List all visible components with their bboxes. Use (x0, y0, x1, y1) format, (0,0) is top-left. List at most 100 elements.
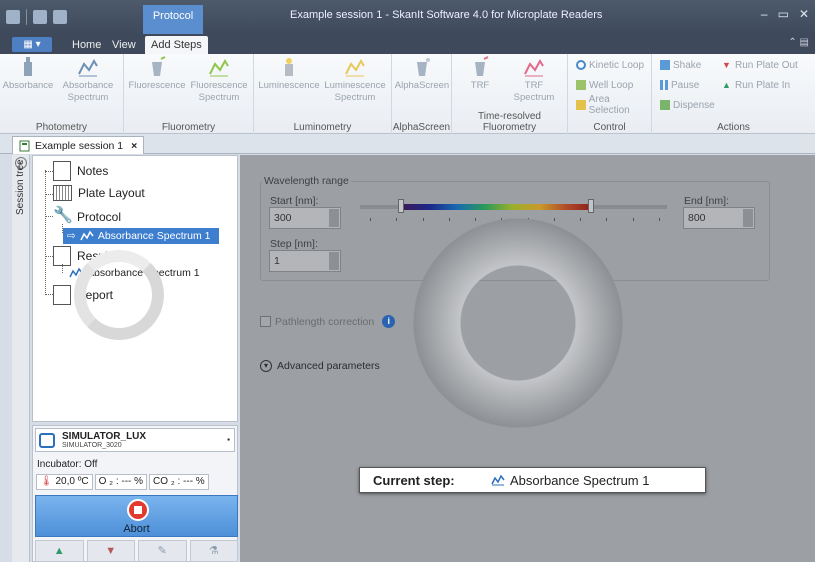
instrument-select[interactable]: SIMULATOR_LUX SIMULATOR_3020 ▪ (35, 428, 235, 452)
tree-item-protocol[interactable]: 🔧 Protocol (53, 207, 121, 227)
info-icon[interactable]: i (382, 315, 396, 328)
plate-in-icon[interactable]: ▲ (35, 540, 84, 562)
reader-icon (39, 433, 55, 448)
save-icon[interactable] (33, 10, 47, 24)
sensor-readings: 🌡 20,0 ºC O ₂ : --- % CO ₂ : --- % (36, 474, 209, 490)
fluorescence-spectrum-button[interactable]: Fluorescence Spectrum (188, 56, 250, 104)
area-selection-label: Area Selection (588, 94, 630, 116)
start-input[interactable]: 300 (269, 207, 341, 229)
current-step-banner: Current step: Absorbance Spectrum 1 (359, 467, 706, 493)
area-selection-button[interactable]: Area Selection (576, 94, 651, 116)
spectrum-chart-icon (78, 59, 98, 77)
edit-icon[interactable]: ✎ (138, 540, 187, 562)
plate-out-icon[interactable]: ▼ (86, 540, 135, 562)
spectrum-chart-icon (345, 59, 365, 77)
group-label: Control (593, 122, 626, 133)
tree-item-notes[interactable]: Notes (53, 161, 108, 181)
window-title: Example session 1 - SkanIt Software 4.0 … (290, 9, 603, 21)
start-slider-handle[interactable] (398, 199, 404, 213)
luminescence-spectrum-label: Luminescence Spectrum (324, 80, 386, 103)
dispense-button[interactable]: Dispense (660, 98, 715, 112)
step-spinner[interactable] (329, 252, 339, 270)
fluorescence-button[interactable]: Fluorescence (128, 56, 186, 92)
tab-view[interactable]: View (112, 36, 136, 54)
dispense-icon (660, 100, 670, 110)
group-label: Time-resolved Fluorometry (478, 111, 541, 133)
end-spinner[interactable] (743, 209, 753, 227)
step-input[interactable]: 1 (269, 250, 341, 272)
close-icon[interactable]: ✕ (799, 7, 809, 21)
instrument-panel: SIMULATOR_LUX SIMULATOR_3020 ▪ Incubator… (32, 425, 238, 562)
group-luminometry: Luminescence Luminescence Spectrum Lumin… (254, 54, 392, 134)
trf-spectrum-label: TRF Spectrum (513, 80, 555, 103)
start-spinner[interactable] (329, 209, 339, 227)
spectrum-chart-icon (491, 474, 505, 486)
abort-label: Abort (123, 523, 150, 535)
trf-icon (475, 56, 489, 76)
run-plate-in-button[interactable]: ▲ Run Plate In (722, 78, 790, 92)
absorbance-spectrum-label: Absorbance Spectrum (62, 80, 114, 103)
absorbance-label: Absorbance (2, 80, 54, 91)
chevron-down-icon: ▾ (260, 360, 272, 372)
incubator-status: Incubator: Off (37, 459, 98, 470)
o2-reading: O ₂ : --- % (94, 474, 148, 490)
well-loop-button[interactable]: Well Loop (576, 78, 633, 92)
plate-out-icon: ▼ (722, 60, 731, 70)
abort-button[interactable]: Abort (35, 495, 238, 537)
spectrum-chart-icon (80, 230, 94, 241)
shake-label: Shake (673, 59, 702, 71)
absorbance-button[interactable]: Absorbance (2, 56, 54, 92)
notes-icon (53, 161, 71, 181)
run-plate-out-button[interactable]: ▼ Run Plate Out (722, 58, 798, 72)
advanced-parameters-label: Advanced parameters (277, 360, 380, 372)
alphascreen-button[interactable]: AlphaScreen (394, 56, 450, 92)
loading-spinner (413, 218, 623, 428)
advanced-parameters-toggle[interactable]: ▾ Advanced parameters (260, 360, 380, 372)
run-plate-out-label: Run Plate Out (735, 59, 798, 71)
wavelength-range-legend: Wavelength range (262, 175, 351, 187)
pause-button[interactable]: Pause (660, 78, 699, 92)
application-button[interactable]: ▦ ▾ (12, 37, 52, 52)
fluorescence-label: Fluorescence (128, 80, 186, 91)
trf-spectrum-button[interactable]: TRF Spectrum (508, 56, 560, 104)
stop-icon (127, 499, 149, 521)
current-step-name: Absorbance Spectrum 1 (510, 472, 650, 488)
close-tab-icon[interactable]: × (131, 138, 137, 154)
pause-icon (660, 80, 668, 90)
luminescence-button[interactable]: Luminescence (258, 56, 320, 92)
luminescence-spectrum-button[interactable]: Luminescence Spectrum (322, 56, 388, 104)
tab-add-steps[interactable]: Add Steps (145, 36, 208, 54)
separator (26, 9, 27, 25)
group-label: AlphaScreen (392, 122, 451, 133)
contextual-tab-protocol: Protocol (143, 5, 203, 34)
tree-item-plate-layout[interactable]: Plate Layout (53, 185, 145, 201)
print-icon[interactable] (53, 10, 67, 24)
tree-item-label: Protocol (77, 210, 122, 224)
tree-item-protocol-absorbance-spectrum[interactable]: ⇨ Absorbance Spectrum 1 (63, 228, 219, 244)
session-tree-label: Session tree (15, 159, 26, 215)
grid-icon (576, 100, 586, 110)
temperature-value: 20,0 ºC (55, 476, 89, 487)
shake-button[interactable]: Shake (660, 58, 701, 72)
pathlength-checkbox[interactable] (260, 316, 271, 327)
end-slider-handle[interactable] (588, 199, 594, 213)
spectrum-chart-icon (524, 59, 544, 77)
app-menu-icon[interactable] (6, 10, 20, 24)
fluorescence-icon (152, 56, 166, 76)
fluorescence-spectrum-label: Fluorescence Spectrum (190, 80, 248, 103)
dispense-label: Dispense (673, 99, 715, 111)
kinetic-loop-button[interactable]: Kinetic Loop (576, 58, 644, 72)
maximize-icon[interactable]: ▭ (778, 7, 789, 21)
tab-home[interactable]: Home (72, 36, 101, 54)
tab-example-session[interactable]: Example session 1 × (12, 136, 145, 154)
shake-icon (660, 60, 670, 70)
absorbance-spectrum-button[interactable]: Absorbance Spectrum (58, 56, 118, 104)
minimize-icon[interactable]: – (761, 7, 768, 21)
trf-button[interactable]: TRF (460, 56, 500, 92)
results-icon (53, 246, 71, 266)
end-input[interactable]: 800 (683, 207, 755, 229)
dispenser-icon[interactable]: ⚗ (189, 540, 238, 562)
tree-connector (45, 216, 53, 217)
ribbon-collapse-icon[interactable]: ⌃ ▤ (788, 37, 809, 48)
pathlength-label: Pathlength correction (275, 315, 375, 328)
